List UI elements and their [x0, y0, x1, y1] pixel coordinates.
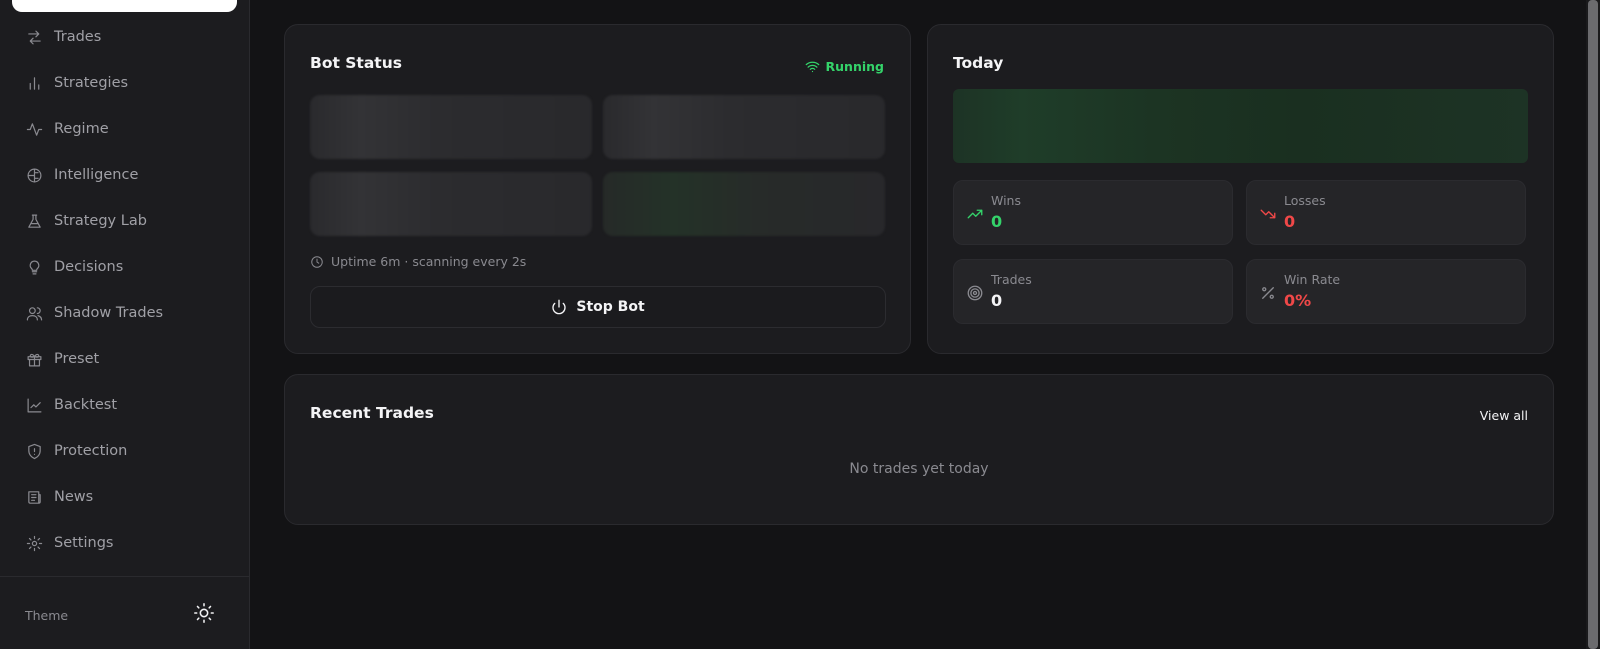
lightbulb-icon: [25, 258, 43, 276]
stop-bot-button[interactable]: Stop Bot: [310, 286, 886, 328]
skeleton-placeholder: [603, 95, 885, 159]
sidebar-item-regime[interactable]: Regime: [0, 106, 250, 152]
line-chart-icon: [25, 396, 43, 414]
sidebar-item-trades[interactable]: Trades: [0, 14, 250, 60]
users-icon: [25, 304, 43, 322]
sidebar-item-strategies[interactable]: Strategies: [0, 60, 250, 106]
stat-label: Win Rate: [1284, 272, 1341, 287]
newspaper-icon: [25, 488, 43, 506]
sidebar-item-label: Shadow Trades: [54, 305, 164, 321]
stat-value: 0%: [1284, 291, 1312, 310]
today-pnl-placeholder: [953, 89, 1528, 163]
trending-down-icon: [1259, 205, 1277, 223]
stat-label: Trades: [991, 272, 1032, 287]
clock-icon: [311, 255, 323, 268]
stat-value: 0: [991, 212, 1003, 231]
activity-icon: [25, 120, 43, 138]
recent-trades-title: Recent Trades: [310, 404, 434, 422]
sidebar-item-news[interactable]: News: [0, 474, 250, 520]
recent-trades-card: Recent Trades View all No trades yet tod…: [284, 374, 1554, 525]
sidebar-item-protection[interactable]: Protection: [0, 428, 250, 474]
trending-up-icon: [966, 205, 984, 223]
skeleton-placeholder: [310, 172, 592, 236]
skeleton-placeholder: [310, 95, 592, 159]
skeleton-placeholder: [603, 172, 885, 236]
stat-losses: Losses 0: [1246, 180, 1526, 245]
percent-icon: [1259, 284, 1277, 302]
stat-wins: Wins 0: [953, 180, 1233, 245]
status-badge: Running: [805, 59, 884, 74]
stat-value: 0: [1284, 212, 1296, 231]
sidebar-item-label: Strategies: [54, 75, 129, 91]
stop-bot-label: Stop Bot: [576, 299, 645, 315]
target-icon: [966, 284, 984, 302]
sidebar-item-backtest[interactable]: Backtest: [0, 382, 250, 428]
sidebar-item-label: Regime: [54, 121, 109, 137]
shield-icon: [25, 442, 43, 460]
gear-icon: [25, 534, 43, 552]
empty-state-message: No trades yet today: [849, 461, 989, 477]
flask-icon: [25, 212, 43, 230]
scrollbar[interactable]: [1586, 0, 1600, 649]
sidebar-item-label: Preset: [54, 351, 100, 367]
today-title: Today: [953, 54, 1004, 72]
stat-trades: Trades 0: [953, 259, 1233, 324]
sidebar-item-label: Trades: [54, 29, 102, 45]
stat-label: Wins: [991, 193, 1021, 208]
sidebar-item-strategy-lab[interactable]: Strategy Lab: [0, 198, 250, 244]
bot-status-title: Bot Status: [310, 54, 402, 72]
bot-status-card: Bot Status Running Uptime 6m · scanning …: [284, 24, 911, 354]
sidebar: Trades Strategies Regime Intelligence St…: [0, 0, 250, 649]
sidebar-nav: Trades Strategies Regime Intelligence St…: [0, 14, 250, 566]
uptime-info: Uptime 6m · scanning every 2s: [310, 254, 526, 269]
sun-icon[interactable]: [193, 602, 215, 628]
sidebar-item-intelligence[interactable]: Intelligence: [0, 152, 250, 198]
view-all-link[interactable]: View all: [1480, 408, 1528, 423]
theme-label: Theme: [25, 607, 69, 623]
sidebar-item-label: Decisions: [54, 259, 124, 275]
wifi-icon: [805, 61, 819, 73]
stat-win-rate: Win Rate 0%: [1246, 259, 1526, 324]
sidebar-active-item[interactable]: [12, 0, 237, 12]
sidebar-item-label: Backtest: [54, 397, 118, 413]
sidebar-divider: [0, 576, 250, 577]
sidebar-item-label: Protection: [54, 443, 128, 459]
status-text: Running: [825, 59, 884, 74]
stat-value: 0: [991, 291, 1003, 310]
sidebar-item-label: News: [54, 489, 94, 505]
sidebar-item-label: Settings: [54, 535, 114, 551]
app-root: Trades Strategies Regime Intelligence St…: [0, 0, 1600, 649]
gift-icon: [25, 350, 43, 368]
sidebar-item-label: Intelligence: [54, 167, 139, 183]
sidebar-item-settings[interactable]: Settings: [0, 520, 250, 566]
arrows-left-right-icon: [25, 28, 43, 46]
stat-label: Losses: [1284, 193, 1326, 208]
uptime-text: Uptime 6m · scanning every 2s: [331, 254, 527, 269]
sidebar-item-decisions[interactable]: Decisions: [0, 244, 250, 290]
sidebar-item-preset[interactable]: Preset: [0, 336, 250, 382]
power-icon: [552, 299, 566, 315]
bar-chart-icon: [25, 74, 43, 92]
scrollbar-thumb[interactable]: [1588, 0, 1598, 649]
brain-icon: [25, 166, 43, 184]
sidebar-item-shadow-trades[interactable]: Shadow Trades: [0, 290, 250, 336]
today-card: Today Wins 0 Losses 0 Trades 0 Win Rate …: [927, 24, 1554, 354]
theme-row: Theme: [25, 602, 215, 628]
sidebar-item-label: Strategy Lab: [54, 213, 147, 229]
